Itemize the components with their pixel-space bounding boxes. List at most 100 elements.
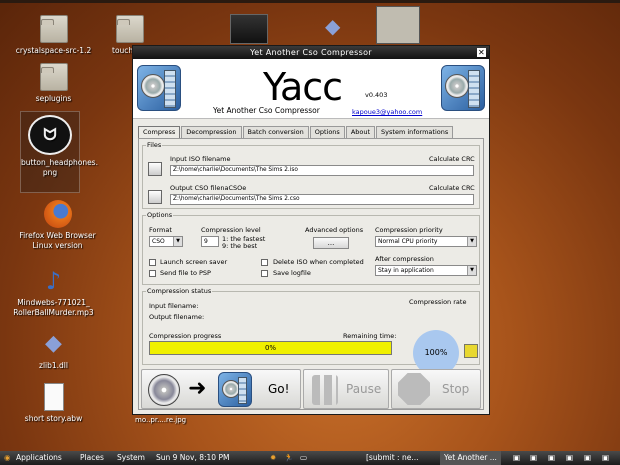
delete-iso-label: Delete ISO when completed bbox=[273, 258, 364, 266]
desktop-icon-label: Mindwebs-771021_ RollerBallMurder.mp3 bbox=[13, 298, 94, 317]
desktop-icon-shortstory[interactable]: short story.abw bbox=[6, 383, 101, 424]
app-subtitle: Yet Another Cso Compressor bbox=[213, 106, 320, 115]
window-title: Yet Another Cso Compressor bbox=[250, 48, 372, 57]
tab-about[interactable]: About bbox=[345, 126, 376, 138]
diamond-icon: ◆ bbox=[45, 331, 62, 356]
launch-screensaver-checkbox[interactable] bbox=[149, 259, 156, 266]
calculate-crc-input-link[interactable]: Calculate CRC bbox=[429, 155, 475, 163]
minimize-tray-icon[interactable] bbox=[464, 344, 478, 358]
desktop-thumbnail-image[interactable] bbox=[230, 14, 268, 44]
options-group: Options Format CSO ▼ Compression level 9 … bbox=[142, 211, 480, 285]
compression-progress-label: Compression progress bbox=[149, 332, 222, 340]
output-cso-label: Output CSO filenaCSOe bbox=[170, 184, 247, 192]
runner-icon[interactable]: 🏃 bbox=[284, 451, 293, 465]
pause-button[interactable]: Pause bbox=[303, 369, 389, 409]
input-filename-label: Input filename: bbox=[149, 302, 199, 310]
browse-output-button[interactable] bbox=[148, 190, 162, 204]
save-logfile-label: Save logfile bbox=[273, 269, 311, 277]
start-logo-icon[interactable]: ◉ bbox=[4, 451, 11, 465]
desktop-icon-label: short story.abw bbox=[24, 414, 83, 423]
desktop-icon-label: Firefox Web Browser Linux version bbox=[19, 231, 96, 250]
window-titlebar[interactable]: Yet Another Cso Compressor ✕ bbox=[133, 46, 489, 59]
input-iso-label: Input ISO filename bbox=[170, 155, 231, 163]
group-label: Options bbox=[146, 211, 174, 219]
desktop-screenshot-thumbnail[interactable] bbox=[376, 6, 420, 44]
group-label: Compression status bbox=[146, 287, 213, 295]
send-to-psp-label: Send file to PSP bbox=[160, 269, 211, 277]
bottom-taskbar: ◉ Applications Places System Sun 9 Nov, … bbox=[0, 451, 620, 465]
desktop-icon-label: crystalspace-src-1.2 bbox=[15, 46, 92, 55]
tray-icon[interactable]: ▣ bbox=[530, 451, 537, 465]
go-button[interactable]: ➜ Go! bbox=[141, 369, 301, 409]
tab-batch-conversion[interactable]: Batch conversion bbox=[242, 126, 309, 138]
browse-input-button[interactable] bbox=[148, 162, 162, 176]
tray-icon[interactable]: ▣ bbox=[513, 451, 520, 465]
folder-icon bbox=[39, 63, 68, 91]
delete-iso-checkbox[interactable] bbox=[261, 259, 268, 266]
level-hint-best: 9: the best bbox=[222, 242, 258, 250]
yacc-window: Yet Another Cso Compressor ✕ Yacc v0.403… bbox=[132, 45, 490, 415]
compressor-icon bbox=[218, 372, 252, 407]
folder-icon bbox=[116, 15, 144, 43]
desktop-icon-crystalspace[interactable]: crystalspace-src-1.2 bbox=[6, 15, 101, 56]
terminal-icon[interactable]: ▭ bbox=[300, 451, 307, 465]
places-menu[interactable]: Places bbox=[80, 451, 104, 465]
desktop-icon-mp3[interactable]: ♪ Mindwebs-771021_ RollerBallMurder.mp3 bbox=[6, 267, 101, 318]
desktop-partial-label: mo..pr....re.jpg bbox=[135, 416, 187, 424]
stop-button[interactable]: Stop bbox=[391, 369, 481, 409]
format-label: Format bbox=[149, 226, 172, 234]
compressor-logo-icon bbox=[441, 65, 485, 111]
compression-status-group: Compression status Input filename: Outpu… bbox=[142, 287, 480, 376]
input-iso-field[interactable]: Z:\home\charlie\Documents\The Sims 2.iso bbox=[170, 165, 474, 176]
tray-icon[interactable]: ▣ bbox=[566, 451, 573, 465]
settings-icon[interactable]: ✹ bbox=[270, 451, 276, 465]
desktop-icon-headphones[interactable]: ᗢ button_headphones. png bbox=[20, 111, 98, 193]
tab-options[interactable]: Options bbox=[309, 126, 345, 138]
desktop-icon-label: seplugins bbox=[35, 94, 72, 103]
system-menu[interactable]: System bbox=[117, 451, 145, 465]
chevron-down-icon: ▼ bbox=[173, 237, 182, 246]
compression-progress-bar: 0% bbox=[149, 341, 392, 355]
desktop-icon-zlib[interactable]: ◆ zlib1.dll bbox=[6, 330, 101, 371]
tab-decompression[interactable]: Decompression bbox=[181, 126, 242, 138]
tray-icon[interactable]: ▣ bbox=[602, 451, 609, 465]
priority-select[interactable]: Normal CPU priority ▼ bbox=[375, 236, 477, 247]
taskbar-task-yacc[interactable]: Yet Another ... bbox=[440, 451, 501, 465]
after-compression-label: After compression bbox=[375, 255, 434, 263]
tray-icon[interactable]: ▣ bbox=[548, 451, 555, 465]
save-logfile-checkbox[interactable] bbox=[261, 270, 268, 277]
output-cso-field[interactable]: Z:\home\charlie\Documents\The Sims 2.cso bbox=[170, 194, 474, 205]
send-to-psp-checkbox[interactable] bbox=[149, 270, 156, 277]
compression-level-stepper[interactable]: 9 bbox=[201, 236, 219, 247]
close-icon[interactable]: ✕ bbox=[477, 48, 486, 57]
remaining-time-label: Remaining time: bbox=[343, 332, 397, 340]
desktop-icon-label: zlib1.dll bbox=[39, 361, 68, 370]
tray-icon[interactable]: ▣ bbox=[584, 451, 591, 465]
advanced-options-button[interactable]: ... bbox=[313, 237, 349, 249]
format-select[interactable]: CSO ▼ bbox=[149, 236, 183, 247]
chevron-down-icon: ▼ bbox=[467, 237, 476, 246]
applications-menu[interactable]: Applications bbox=[16, 451, 62, 465]
calculate-crc-output-link[interactable]: Calculate CRC bbox=[429, 184, 475, 192]
taskbar-task-submit[interactable]: [submit : ne... bbox=[366, 451, 419, 465]
tab-system-informations[interactable]: System informations bbox=[376, 126, 454, 138]
desktop-icon-seplugins[interactable]: seplugins bbox=[6, 63, 101, 104]
folder-icon bbox=[39, 15, 68, 43]
desktop-diamond-icon[interactable]: ◆ bbox=[325, 14, 340, 38]
author-email-link[interactable]: kapoue3@yahoo.com bbox=[352, 108, 422, 116]
disc-icon bbox=[148, 374, 180, 406]
launch-screensaver-label: Launch screen saver bbox=[160, 258, 228, 266]
app-version: v0.403 bbox=[365, 91, 388, 99]
group-label: Files bbox=[146, 141, 163, 149]
headphones-image-icon: ᗢ bbox=[28, 115, 72, 155]
go-button-label: Go! bbox=[268, 382, 290, 396]
app-logo-text: Yacc bbox=[263, 65, 343, 109]
files-group: Files Input ISO filename Calculate CRC Z… bbox=[142, 141, 480, 209]
clock[interactable]: Sun 9 Nov, 8:10 PM bbox=[156, 451, 229, 465]
after-compression-select[interactable]: Stay in application ▼ bbox=[375, 265, 477, 276]
app-header: Yacc v0.403 Yet Another Cso Compressor k… bbox=[133, 59, 489, 119]
tab-bar: Compress Decompression Batch conversion … bbox=[138, 126, 454, 139]
top-panel-strip bbox=[0, 0, 620, 3]
desktop-icon-firefox[interactable]: Firefox Web Browser Linux version bbox=[10, 200, 105, 251]
music-note-icon: ♪ bbox=[45, 267, 62, 295]
